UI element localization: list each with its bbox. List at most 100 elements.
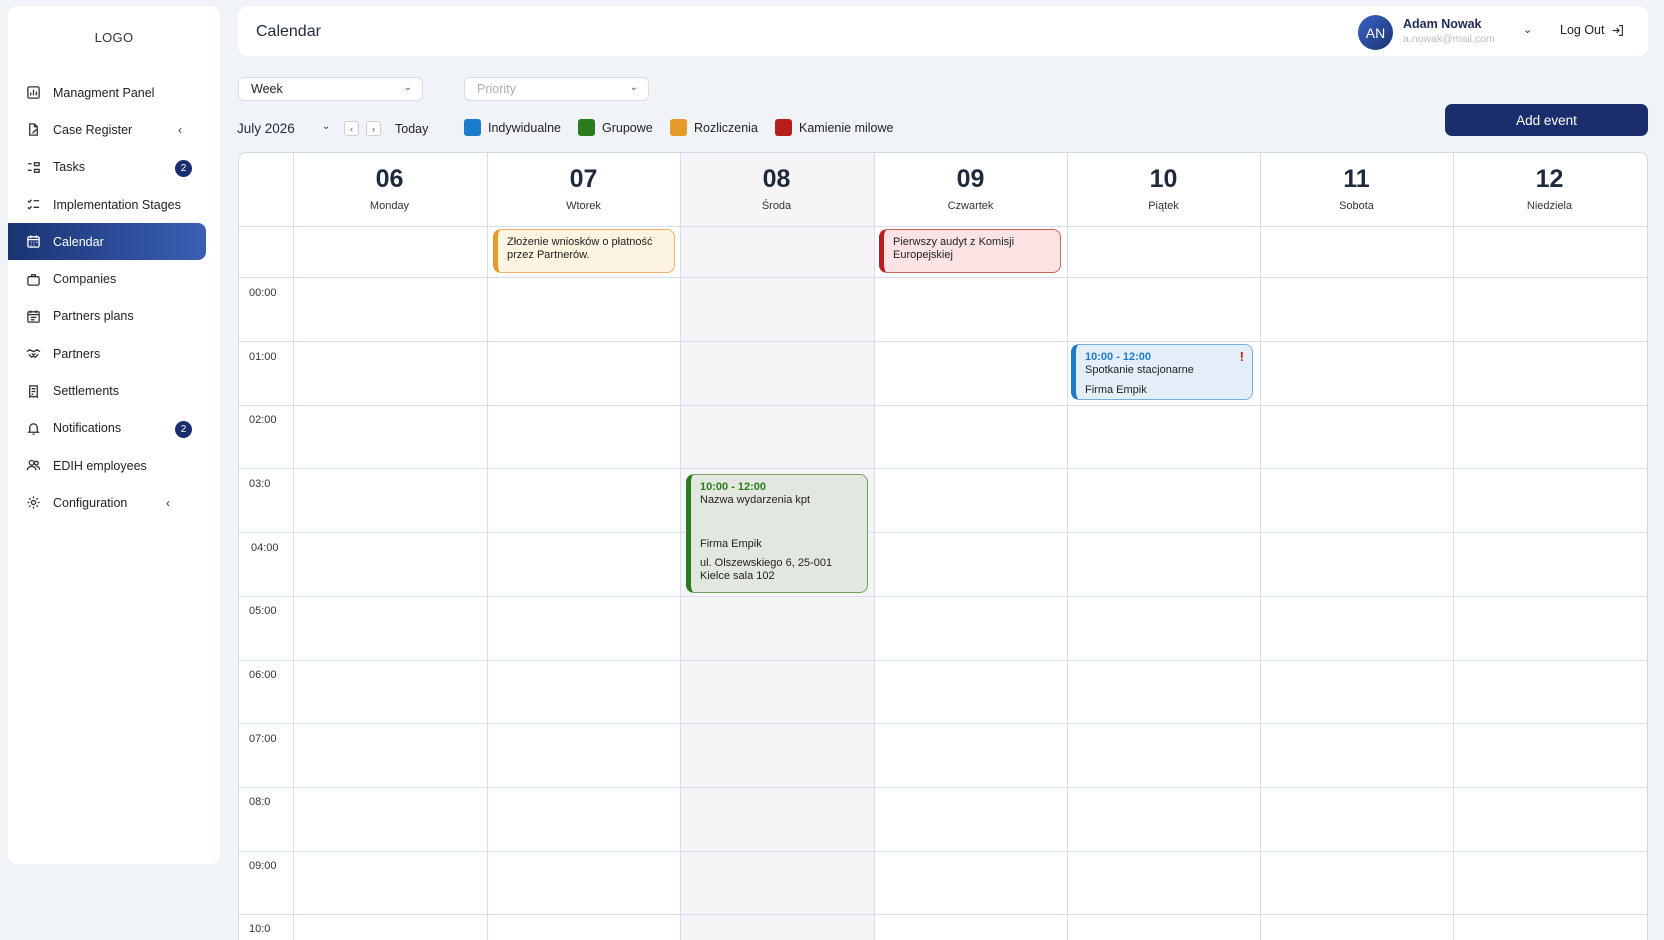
gear-icon — [26, 495, 41, 510]
sidebar-item-implementation-stages[interactable]: Implementation Stages — [8, 186, 220, 223]
legend-rozliczenia[interactable]: Rozliczenia — [670, 119, 758, 136]
top-header: Calendar AN Adam Nowak a.nowak@mail.com … — [238, 6, 1648, 56]
legend-label: Indywidualne — [488, 120, 561, 135]
view-select[interactable]: Week ⌄ — [238, 77, 423, 101]
receipt-icon — [26, 384, 41, 399]
day-name: Środa — [761, 200, 792, 212]
event-time: 10:00 - 12:00 — [1085, 351, 1152, 363]
grid-line — [874, 153, 875, 940]
sidebar-item-label: Partners plans — [53, 309, 134, 324]
chevron-left-icon[interactable]: ‹ — [166, 496, 170, 510]
event-card-individual[interactable]: 10:00 - 12:00 Spotkanie stacjonarne Firm… — [1071, 344, 1253, 400]
grid-line — [239, 851, 1647, 852]
day-number[interactable]: 11 — [1260, 165, 1453, 194]
legend-grupowe[interactable]: Grupowe — [578, 119, 653, 136]
event-card-milestone[interactable]: Pierwszy audyt z Komisji Europejskiej — [879, 229, 1061, 273]
grid-line — [239, 723, 1647, 724]
sidebar-item-companies[interactable]: Companies — [8, 260, 220, 297]
calendar-grid: 06 Monday 07 Wtorek 08 Środa 09 Czwartek… — [238, 152, 1648, 940]
time-label: 00:00 — [249, 287, 277, 299]
sidebar-item-managment-panel[interactable]: Managment Panel — [8, 74, 220, 111]
grid-line — [1067, 153, 1068, 940]
legend-label: Rozliczenia — [694, 120, 758, 135]
grid-line — [293, 153, 294, 940]
logout-button[interactable]: Log Out — [1560, 23, 1624, 37]
sidebar-item-partners-plans[interactable]: Partners plans — [8, 298, 220, 335]
logout-label: Log Out — [1560, 23, 1605, 37]
event-text: Złożenie wniosków o płatność przez Partn… — [507, 236, 653, 261]
sidebar-item-partners[interactable]: Partners — [8, 335, 220, 372]
time-label: 07:00 — [249, 733, 277, 745]
sidebar-item-label: Tasks — [53, 160, 85, 175]
legend-swatch — [464, 119, 481, 136]
legend-indywidualne[interactable]: Indywidualne — [464, 119, 561, 136]
event-company: Firma Empik — [1085, 384, 1147, 396]
bell-icon — [26, 421, 41, 436]
day-number[interactable]: 09 — [874, 165, 1067, 194]
legend-kamienie-milowe[interactable]: Kamienie milowe — [775, 119, 893, 136]
sidebar-item-case-register[interactable]: Case Register ‹ — [8, 111, 220, 148]
chevron-left-icon[interactable]: ‹ — [178, 123, 182, 137]
day-name: Czwartek — [947, 200, 994, 212]
grid-line — [680, 153, 681, 940]
event-time: 10:00 - 12:00 — [700, 481, 767, 493]
sidebar-item-tasks[interactable]: Tasks 2 — [8, 149, 220, 186]
grid-line — [1260, 153, 1261, 940]
grid-line — [239, 405, 1647, 406]
sidebar-item-configuration[interactable]: Configuration ‹ — [8, 484, 220, 521]
time-label: 03:0 — [249, 478, 271, 490]
sidebar-item-edih-employees[interactable]: EDIH employees — [8, 447, 220, 484]
day-number[interactable]: 08 — [680, 165, 873, 194]
sidebar-item-label: Calendar — [53, 234, 104, 249]
grid-line — [1453, 153, 1454, 940]
logo: LOGO — [94, 30, 134, 45]
avatar[interactable]: AN — [1358, 15, 1393, 50]
event-title: Nazwa wydarzenia kpt — [700, 494, 811, 506]
sidebar-nav: Managment Panel Case Register ‹ Tasks 2 … — [8, 74, 220, 522]
legend-swatch — [775, 119, 792, 136]
time-label: 01:00 — [249, 351, 277, 363]
event-card-group[interactable]: 10:00 - 12:00 Nazwa wydarzenia kpt Firma… — [686, 474, 868, 593]
sidebar-item-label: EDIH employees — [53, 458, 147, 473]
grid-line — [239, 596, 1647, 597]
prev-week-button[interactable]: ‹ — [344, 121, 359, 136]
event-card-settlement[interactable]: Złożenie wniosków o płatność przez Partn… — [493, 229, 675, 273]
calendar-icon — [26, 234, 41, 249]
day-name: Niedziela — [1526, 200, 1573, 212]
grid-line — [239, 468, 1647, 469]
day-number[interactable]: 07 — [487, 165, 680, 194]
time-label: 10:0 — [249, 923, 271, 935]
month-label[interactable]: July 2026 — [237, 121, 295, 136]
day-name: Monday — [369, 200, 410, 212]
sidebar-item-label: Companies — [53, 272, 117, 287]
priority-select[interactable]: Priority ⌄ — [464, 77, 649, 101]
sidebar-item-notifications[interactable]: Notifications 2 — [8, 410, 220, 447]
sidebar-item-settlements[interactable]: Settlements — [8, 372, 220, 409]
event-company: Firma Empik — [700, 538, 762, 550]
notifications-badge: 2 — [175, 420, 192, 438]
grid-line — [239, 226, 1647, 227]
tasks-badge: 2 — [175, 159, 192, 177]
day-name: Wtorek — [566, 200, 601, 212]
day-number[interactable]: 12 — [1453, 165, 1646, 194]
add-event-button[interactable]: Add event — [1445, 104, 1648, 136]
sidebar-item-calendar[interactable]: Calendar — [8, 223, 206, 261]
chevron-down-icon[interactable]: ⌄ — [1523, 23, 1532, 36]
chevron-down-icon[interactable]: ⌄ — [322, 121, 330, 132]
sidebar-item-label: Implementation Stages — [53, 197, 181, 212]
time-label: 04:00 — [251, 542, 279, 554]
grid-line — [239, 341, 1647, 342]
event-address: ul. Olszewskiego 6, 25-001 Kielce sala 1… — [700, 557, 833, 582]
day-number[interactable]: 06 — [293, 165, 486, 194]
time-label: 02:00 — [249, 414, 277, 426]
time-label: 06:00 — [249, 669, 277, 681]
day-name: Piątek — [1148, 200, 1179, 212]
event-title: Spotkanie stacjonarne — [1085, 364, 1194, 376]
grid-line — [239, 660, 1647, 661]
day-number[interactable]: 10 — [1067, 165, 1260, 194]
page-title: Calendar — [256, 23, 321, 40]
next-week-button[interactable]: › — [366, 121, 381, 136]
briefcase-icon — [26, 272, 41, 287]
today-button[interactable]: Today — [395, 122, 428, 136]
chevron-down-icon: ⌄ — [403, 82, 412, 93]
